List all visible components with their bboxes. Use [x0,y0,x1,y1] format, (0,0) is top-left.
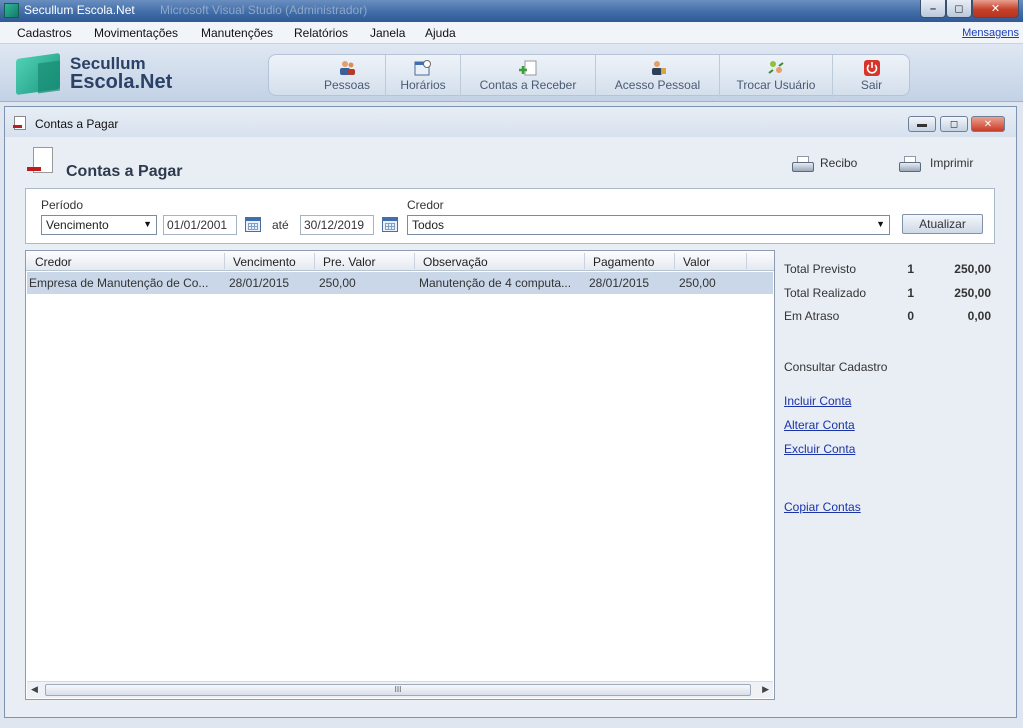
incluir-conta-link[interactable]: Incluir Conta [784,394,851,408]
accounts-grid: Credor Vencimento Pre. Valor Observação … [25,250,775,700]
excluir-conta-link[interactable]: Excluir Conta [784,442,855,456]
date-from-input[interactable]: 01/01/2001 [163,215,237,235]
column-vencimento[interactable]: Vencimento [233,255,296,269]
em-atraso-label: Em Atraso [784,309,840,323]
total-realizado-value: 250,00 [954,286,991,300]
calendar-icon[interactable] [245,217,261,232]
scroll-left-icon[interactable]: ◀ [31,684,38,695]
copiar-contas-link[interactable]: Copiar Contas [784,500,861,514]
messages-link[interactable]: Mensagens [962,27,1019,39]
contas-pagar-window: Contas a Pagar ▬ ◻ ✕ Contas a Pagar Reci… [4,106,1017,718]
menu-ajuda[interactable]: Ajuda [425,26,456,40]
print-printer-icon[interactable] [899,156,921,174]
toolbar-trocar-usuario-button[interactable]: Trocar Usuário [720,55,833,97]
background-window-title: Microsoft Visual Studio (Administrador) [160,3,368,17]
calendar-icon[interactable] [382,217,398,232]
calendar-clock-icon [414,60,431,76]
period-label: Período [41,198,84,212]
menu-janela[interactable]: Janela [370,26,405,40]
column-observacao[interactable]: Observação [423,255,488,269]
child-maximize-button[interactable]: ◻ [940,116,968,132]
page-title: Contas a Pagar [66,163,183,180]
app-title: Secullum Escola.Net [24,3,135,17]
column-pagamento[interactable]: Pagamento [593,255,654,269]
person-access-icon [651,61,666,75]
print-button[interactable]: Imprimir [930,156,973,170]
brand-line2: Escola.Net [70,71,173,93]
total-realizado-label: Total Realizado [784,286,867,300]
toolbar-acesso-pessoal-button[interactable]: Acesso Pessoal [596,55,720,97]
switch-user-icon [768,61,784,74]
cell-valor: 250,00 [679,276,716,290]
menu-relatorios[interactable]: Relatórios [294,26,348,40]
creditor-label: Credor [407,198,444,212]
child-close-button[interactable]: ✕ [971,116,1005,132]
menu-manutencoes[interactable]: Manutenções [201,26,273,40]
cell-pre-valor: 250,00 [319,276,356,290]
child-window-title: Contas a Pagar [35,117,119,131]
total-realizado-count: 1 [907,286,914,300]
scroll-right-icon[interactable]: ▶ [762,684,769,695]
filter-panel: Período Vencimento ▼ 01/01/2001 até 30/12… [25,188,995,244]
chevron-down-icon: ▼ [876,219,885,229]
app-icon [4,3,19,18]
alterar-conta-link[interactable]: Alterar Conta [784,418,855,432]
toolbar-panel: Pessoas Horários Contas a Receber Acesso… [268,54,910,97]
toolbar-contas-receber-button[interactable]: Contas a Receber [461,55,596,97]
column-credor[interactable]: Credor [35,255,72,269]
em-atraso-count: 0 [907,309,914,323]
toolbar-sair-button[interactable]: Sair [833,55,910,97]
consult-label: Consultar Cadastro [784,360,888,374]
menu-cadastros[interactable]: Cadastros [17,26,72,40]
cell-credor: Empresa de Manutenção de Co... [29,276,209,290]
toolbar-pessoas-button[interactable]: Pessoas [309,55,386,97]
app-title-bar: Secullum Escola.Net Microsoft Visual Stu… [0,0,1023,22]
refresh-button[interactable]: Atualizar [902,214,983,234]
receive-money-icon [519,60,537,76]
receipt-button[interactable]: Recibo [820,156,857,170]
cell-vencimento: 28/01/2015 [229,276,290,290]
menu-movimentacoes[interactable]: Movimentações [94,26,178,40]
scrollbar-thumb[interactable]: III [45,684,751,696]
period-select[interactable]: Vencimento ▼ [41,215,157,235]
child-minimize-button[interactable]: ▬ [908,116,936,132]
document-icon [13,116,26,130]
table-row[interactable]: Empresa de Manutenção de Co... 28/01/201… [27,272,773,294]
creditor-select[interactable]: Todos ▼ [407,215,890,235]
receipt-printer-icon[interactable] [792,156,814,174]
chevron-down-icon: ▼ [143,219,152,229]
cell-observacao: Manutenção de 4 computa... [419,276,572,290]
toolbar-horarios-button[interactable]: Horários [386,55,461,97]
date-to-input[interactable]: 30/12/2019 [300,215,374,235]
app-logo [14,52,62,96]
em-atraso-value: 0,00 [967,309,991,323]
horizontal-scrollbar[interactable]: ◀ III ▶ [27,681,773,698]
maximize-button[interactable]: ◻ [946,0,972,18]
page-document-icon [27,147,55,177]
until-label: até [272,218,289,232]
minimize-button[interactable]: – [920,0,946,18]
total-previsto-value: 250,00 [954,262,991,276]
people-icon [340,61,355,75]
column-valor[interactable]: Valor [683,255,710,269]
grid-header: Credor Vencimento Pre. Valor Observação … [26,251,774,271]
close-button[interactable]: ✕ [972,0,1019,18]
main-toolbar: Secullum Escola.Net Pessoas Horários Con… [0,44,1023,102]
cell-pagamento: 28/01/2015 [589,276,650,290]
menu-bar: Cadastros Movimentações Manutenções Rela… [0,22,1023,44]
total-previsto-count: 1 [907,262,914,276]
total-previsto-label: Total Previsto [784,262,857,276]
power-icon [863,60,880,76]
child-title-bar: Contas a Pagar ▬ ◻ ✕ [5,107,1016,137]
column-pre-valor[interactable]: Pre. Valor [323,255,375,269]
